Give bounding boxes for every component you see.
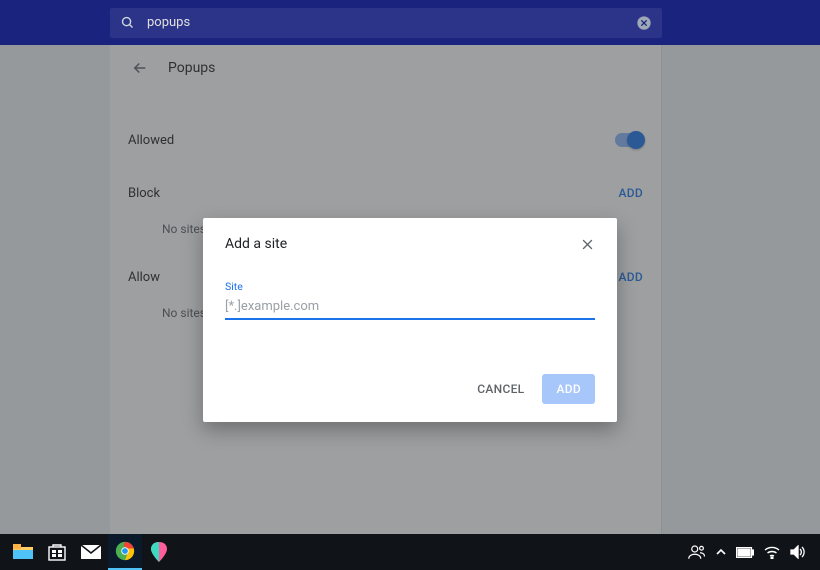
dialog-title: Add a site bbox=[225, 236, 580, 252]
add-site-dialog: Add a site Site CANCEL ADD bbox=[203, 218, 617, 422]
close-icon[interactable] bbox=[580, 237, 595, 252]
search-icon bbox=[120, 15, 135, 30]
windows-taskbar bbox=[0, 534, 820, 570]
taskbar-file-explorer-icon[interactable] bbox=[6, 537, 40, 567]
taskbar-maps-icon[interactable] bbox=[142, 537, 176, 567]
site-input[interactable] bbox=[225, 297, 595, 320]
clear-search-icon[interactable] bbox=[636, 15, 652, 31]
settings-search[interactable]: popups bbox=[110, 8, 662, 38]
modal-scrim[interactable]: Add a site Site CANCEL ADD bbox=[0, 45, 820, 570]
system-tray bbox=[688, 544, 814, 560]
settings-topbar: popups bbox=[0, 0, 820, 45]
tray-battery-icon[interactable] bbox=[736, 547, 754, 558]
search-query-text: popups bbox=[147, 15, 636, 30]
tray-volume-icon[interactable] bbox=[790, 545, 806, 559]
taskbar-store-icon[interactable] bbox=[40, 537, 74, 567]
site-field-label: Site bbox=[225, 280, 595, 293]
tray-people-icon[interactable] bbox=[688, 544, 706, 560]
cancel-button[interactable]: CANCEL bbox=[471, 374, 530, 404]
taskbar-chrome-icon[interactable] bbox=[108, 534, 142, 570]
tray-chevron-up-icon[interactable] bbox=[716, 548, 726, 556]
settings-canvas: Popups Allowed Block ADD No sites added … bbox=[0, 45, 820, 570]
tray-wifi-icon[interactable] bbox=[764, 546, 780, 559]
taskbar-mail-icon[interactable] bbox=[74, 537, 108, 567]
add-button[interactable]: ADD bbox=[542, 374, 595, 404]
